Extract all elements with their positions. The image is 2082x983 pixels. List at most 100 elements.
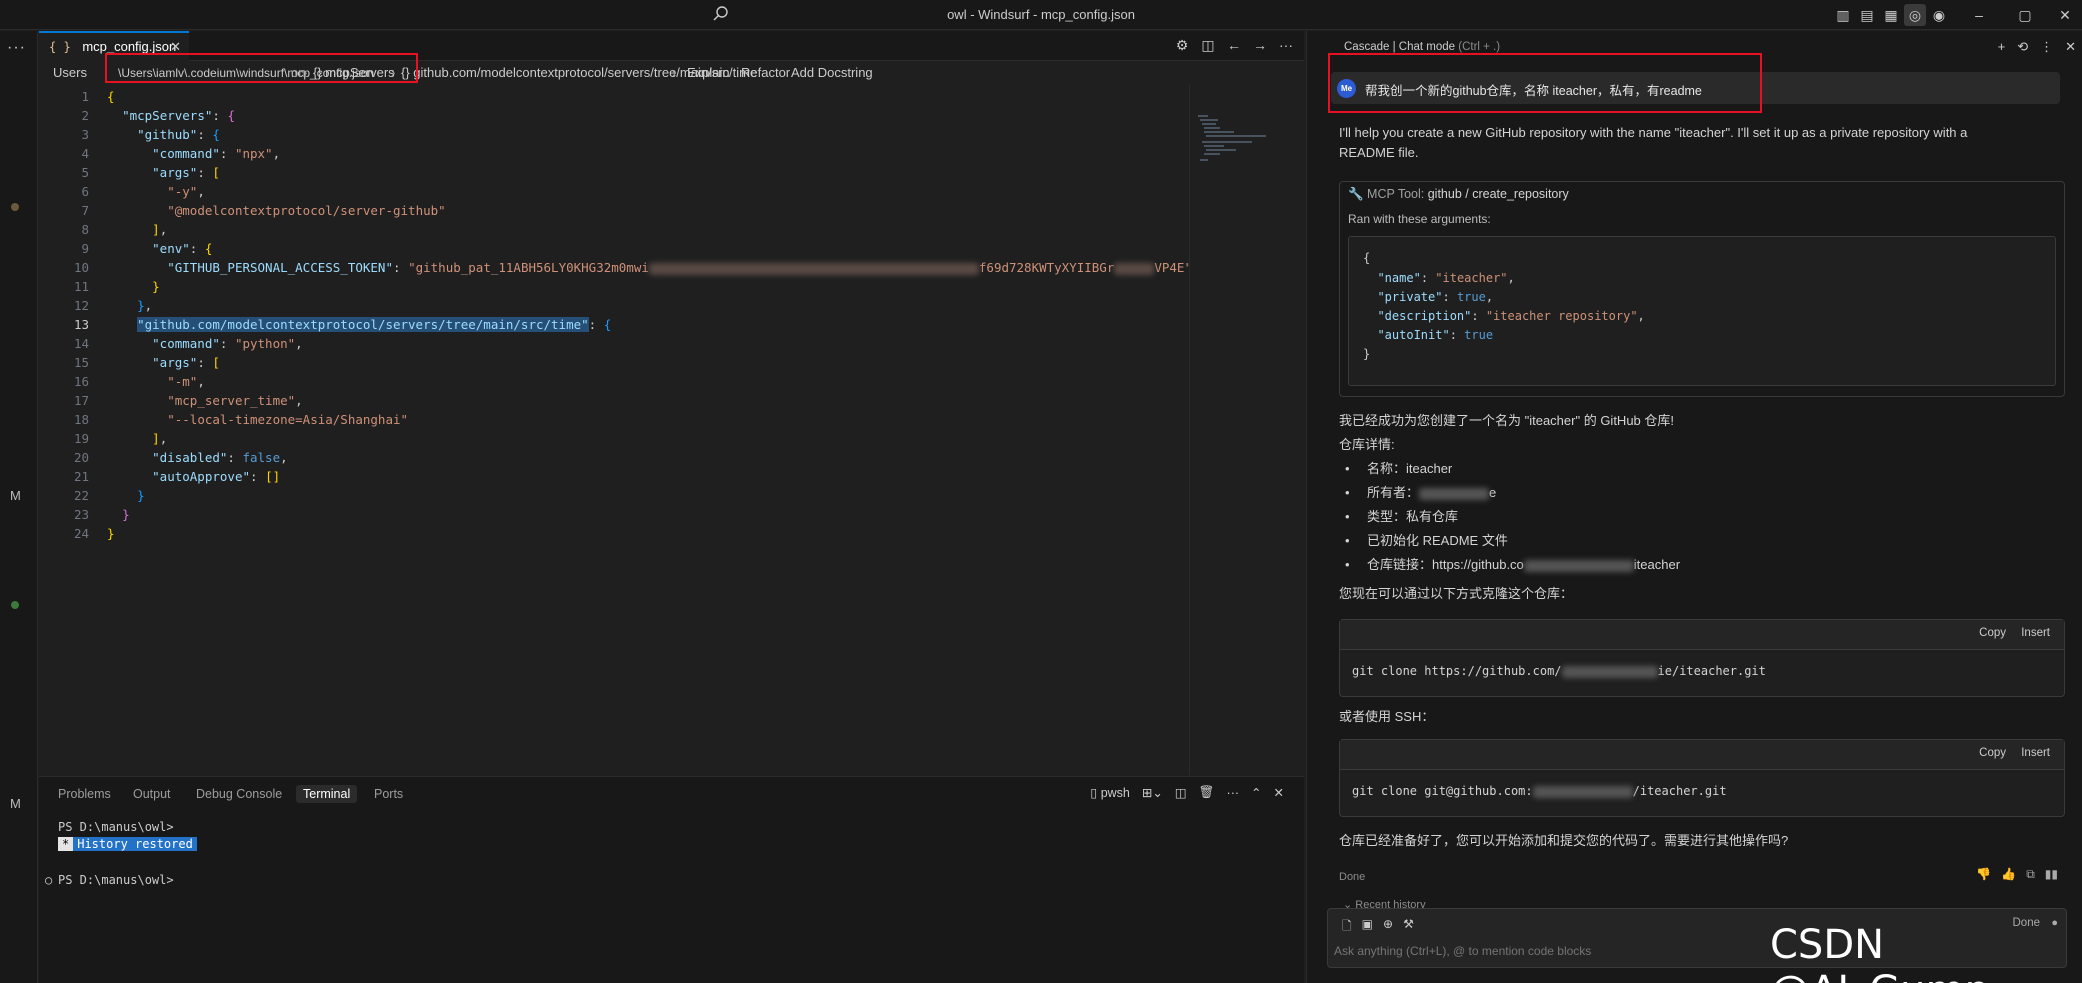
json-token: "iteacher" [1435,271,1508,285]
history-restored-badge: History restored [73,837,197,851]
code-text: git clone git@github.com: /iteacher.git [1352,784,1727,798]
minimap[interactable] [1189,85,1284,775]
account-icon[interactable]: ◉ [1928,4,1950,26]
settings-gear-icon[interactable]: ⚙ [1174,37,1190,53]
code-editor[interactable]: 1{ 2 "mcpServers": { 3 "github": { 4 "co… [39,87,1192,577]
tool-args-label: Ran with these arguments: [1348,212,1491,226]
insert-button[interactable]: Insert [2021,627,2050,639]
tool-prefix: MCP Tool: [1367,187,1425,201]
customize-layout-icon[interactable]: ▦ [1880,4,1902,26]
history-restored-line: * History restored [58,837,197,851]
go-back-icon[interactable]: ← [1226,37,1242,53]
wrench-icon: 🔧 [1348,187,1368,201]
history-icon[interactable]: ⟲ [2017,39,2028,55]
stats-icon[interactable]: ▮▮ [2045,867,2058,882]
minimize-icon[interactable]: – [1968,4,1990,26]
split-editor-icon[interactable]: ◫ [1200,37,1216,53]
json-token: "name" [1377,271,1421,285]
windsurf-icon[interactable]: ◎ [1904,4,1926,26]
code-token: ie/iteacher.git [1657,664,1766,678]
status-text: Done [1339,871,1366,883]
globe-icon[interactable]: ⊕ [1383,917,1393,938]
json-file-icon: { } [49,40,71,54]
code-token: "-m" [167,374,198,389]
go-forward-icon[interactable]: → [1252,37,1268,53]
explain-codelens[interactable]: Explain [687,65,730,80]
maximize-icon[interactable]: ▢ [2014,4,2036,26]
insert-button[interactable]: Insert [2021,747,2050,759]
tools-icon[interactable]: ⚒ [1403,917,1414,938]
tab-debug-console[interactable]: Debug Console [196,787,282,801]
tab-output[interactable]: Output [133,787,171,801]
thumbs-up-icon[interactable]: 👍 [2001,867,2016,882]
list-item[interactable]: 仓库链接：https://github.co iteacher [1339,555,1680,579]
breadcrumb-users[interactable]: Users [53,65,87,80]
tab-problems[interactable]: Problems [58,787,111,801]
copy-button[interactable]: Copy [1979,747,2006,759]
highlight-annotation [1328,53,1762,113]
clone-intro: 您现在可以通过以下方式克隆这个仓库： [1339,586,1574,601]
added-dot-icon [11,601,19,609]
more-actions-icon[interactable]: ··· [1278,37,1294,53]
code-block-ssh: Copy Insert git clone git@github.com: /it… [1339,739,2065,817]
tool-header: 🔧 MCP Tool: github / create_repository [1348,187,1569,202]
list-item: 类型：私有仓库 [1339,507,1680,531]
terminal-circle-icon: ○ [45,873,53,887]
detail-text: 已初始化 README 文件 [1367,533,1508,548]
kill-terminal-icon[interactable]: 🗑 [1199,785,1215,800]
code-token: f69d728KWTyXYIIBGr [978,260,1115,275]
copy-button[interactable]: Copy [1979,627,2006,639]
maximize-panel-icon[interactable]: ⌃ [1251,785,1261,800]
closing-message: 仓库已经准备好了，您可以开始添加和提交您的代码了。需要进行其他操作吗? [1339,833,1789,848]
toggle-primary-sidebar-icon[interactable]: ▥ [1832,4,1854,26]
tab-terminal[interactable]: Terminal [296,785,358,803]
redacted-token [1114,262,1155,275]
terminal-prompt: PS D:\manus\owl> [58,820,174,834]
modified-marker: M [10,796,21,811]
editor-area: { } mcp_config.json ✕ ⚙ ◫ ← → ··· Users … [39,31,1321,776]
toggle-panel-icon[interactable]: ▤ [1856,4,1878,26]
code-token: "--local-timezone=Asia/Shanghai" [167,412,409,427]
terminal-prompt[interactable]: PS D:\manus\owl> [58,873,174,887]
terminal-shell-selector[interactable]: ▯ pwsh [1090,785,1130,800]
redacted-text [1532,785,1633,798]
modified-marker: M [10,488,21,503]
close-chat-icon[interactable]: ✕ [2065,39,2076,55]
bottom-panel: Problems Output Debug Console Terminal P… [39,776,1304,983]
code-token: "python" [234,336,296,351]
watermark: CSDN @AI_Gump [1770,922,1990,983]
repo-link[interactable]: 仓库链接：https://github.co [1367,557,1524,572]
split-terminal-icon[interactable]: ◫ [1175,785,1187,800]
title-bar: owl - Windsurf - mcp_config.json ▥ ▤ ▦ ◎… [0,0,2082,30]
code-text: git clone https://github.com/ie/iteacher… [1352,664,1766,678]
redacted-text [1561,665,1658,678]
code-token: "github.com/modelcontextprotocol/servers… [137,317,589,332]
json-token: "description" [1377,309,1472,323]
copy-icon[interactable]: ⧉ [2026,867,2035,882]
panel-actions: ▯ pwsh ⊞⌄ ◫ 🗑 ··· ⌃ ✕ [1090,785,1284,800]
close-panel-icon[interactable]: ✕ [1274,785,1284,800]
chevron-right-icon: › [672,65,677,80]
ssh-intro: 或者使用 SSH： [1339,709,1435,724]
new-chat-icon[interactable]: + [1998,39,2006,55]
json-token: "autoInit" [1377,328,1450,342]
code-token: "github_pat_11ABH56LY0KHG32m0mwi [408,260,649,275]
terminal-icon[interactable]: ▣ [1362,917,1373,938]
chat-header-title: Cascade | Chat mode [1344,41,1456,53]
tab-ports[interactable]: Ports [374,787,403,801]
refactor-codelens[interactable]: Refactor [741,65,790,80]
repo-link[interactable]: iteacher [1634,557,1680,572]
new-terminal-dropdown-icon[interactable]: ⊞⌄ [1142,785,1163,800]
thumbs-down-icon[interactable]: 👎 [1976,867,1991,882]
chat-header: Cascade | Chat mode (Ctrl + .) [1344,41,1500,53]
more-actions-icon[interactable]: ··· [7,39,26,57]
code-token: git clone git@github.com: [1352,784,1533,798]
feedback-actions: 👎 👍 ⧉ ▮▮ [1976,867,2058,882]
code-token: "autoApprove" [152,469,250,484]
add-docstring-codelens[interactable]: Add Docstring [791,65,873,80]
more-actions-icon[interactable]: ··· [1227,786,1240,800]
close-window-icon[interactable]: ✕ [2054,4,2076,26]
json-token: "private" [1377,290,1443,304]
file-icon[interactable]: 🗋 [1342,917,1352,938]
more-actions-icon[interactable]: ⋮ [2040,39,2053,55]
